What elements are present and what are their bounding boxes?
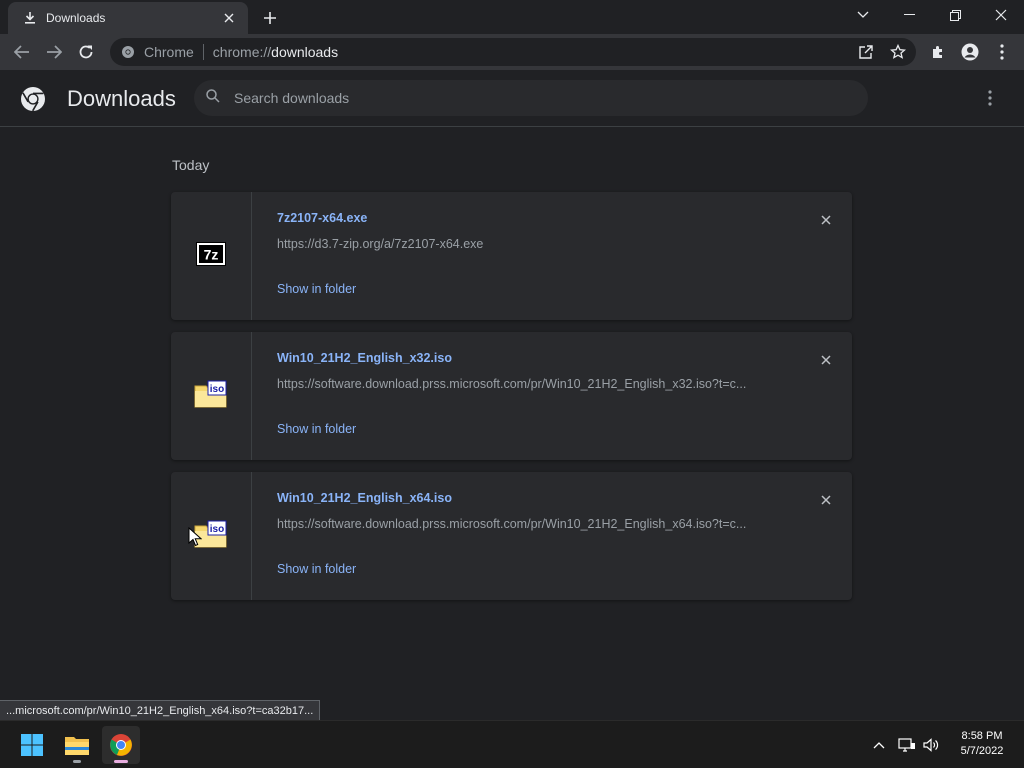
show-in-folder-link[interactable]: Show in folder xyxy=(277,562,356,576)
minimize-button[interactable] xyxy=(886,0,932,30)
clock-date: 5/7/2022 xyxy=(960,745,1004,757)
url-host: downloads xyxy=(271,44,339,60)
iso-file-icon: iso xyxy=(194,380,228,413)
volume-icon[interactable] xyxy=(921,735,941,755)
file-explorer-icon[interactable] xyxy=(58,726,96,764)
share-icon[interactable] xyxy=(856,42,876,62)
network-icon[interactable] xyxy=(897,735,917,755)
url-prefix: chrome:// xyxy=(212,44,272,60)
download-item: iso Win10_21H2_English_x64.iso https://s… xyxy=(171,472,852,600)
tab-downloads[interactable]: Downloads xyxy=(8,2,248,34)
start-button-windows-icon[interactable] xyxy=(13,726,51,764)
downloads-menu-icon[interactable] xyxy=(978,86,1002,110)
file-name-link[interactable]: Win10_21H2_English_x64.iso xyxy=(277,491,452,505)
source-url-link[interactable]: https://d3.7-zip.org/a/7z2107-x64.exe xyxy=(277,237,483,251)
address-bar[interactable]: Chrome chrome:// downloads xyxy=(110,38,916,66)
source-url-link[interactable]: https://software.download.prss.microsoft… xyxy=(277,377,746,391)
download-icon xyxy=(22,10,38,26)
forward-button[interactable] xyxy=(40,38,68,66)
mouse-cursor-icon xyxy=(188,526,203,547)
windows-taskbar: 8:58 PM 5/7/2022 xyxy=(0,720,1024,768)
file-icon-column: iso xyxy=(171,472,252,600)
remove-from-list-icon[interactable] xyxy=(815,209,837,231)
clock-time: 8:58 PM xyxy=(961,730,1003,742)
file-icon-column: iso xyxy=(171,332,252,460)
7z-icon: 7z xyxy=(196,241,226,271)
search-downloads-bar[interactable] xyxy=(194,80,868,116)
page-title: Downloads xyxy=(67,86,176,111)
svg-text:7z: 7z xyxy=(204,246,219,262)
reload-button[interactable] xyxy=(72,38,100,66)
tab-strip: Downloads xyxy=(0,0,1024,34)
source-url-link[interactable]: https://software.download.prss.microsoft… xyxy=(277,517,746,531)
file-name-link[interactable]: Win10_21H2_English_x32.iso xyxy=(277,351,452,365)
show-in-folder-link[interactable]: Show in folder xyxy=(277,422,356,436)
close-window-button[interactable] xyxy=(978,0,1024,30)
file-name-link[interactable]: 7z2107-x64.exe xyxy=(277,211,367,225)
scheme-label: Chrome xyxy=(144,44,194,60)
new-tab-button[interactable] xyxy=(259,7,281,29)
tab-search-chevron-icon[interactable] xyxy=(840,0,886,30)
tab-title: Downloads xyxy=(46,11,106,25)
svg-text:iso: iso xyxy=(210,384,224,395)
download-item: iso Win10_21H2_English_x32.iso https://s… xyxy=(171,332,852,460)
browser-toolbar: Chrome chrome:// downloads xyxy=(0,34,1024,70)
taskbar-clock[interactable]: 8:58 PM 5/7/2022 xyxy=(950,729,1014,759)
show-hidden-icons-chevron-icon[interactable] xyxy=(869,735,889,755)
extensions-icon[interactable] xyxy=(924,38,952,66)
restore-button[interactable] xyxy=(932,0,978,30)
bookmark-star-icon[interactable] xyxy=(888,42,908,62)
show-in-folder-link[interactable]: Show in folder xyxy=(277,282,356,296)
back-button[interactable] xyxy=(8,38,36,66)
chrome-site-icon xyxy=(120,44,136,60)
chrome-taskbar-icon[interactable] xyxy=(102,726,140,764)
date-section-label: Today xyxy=(172,157,210,173)
remove-from-list-icon[interactable] xyxy=(815,349,837,371)
svg-text:iso: iso xyxy=(210,524,224,535)
tab-close-icon[interactable] xyxy=(220,9,238,27)
download-item: 7z 7z2107-x64.exe https://d3.7-zip.org/a… xyxy=(171,192,852,320)
downloads-header: Downloads xyxy=(0,70,1024,127)
search-icon xyxy=(206,88,220,108)
remove-from-list-icon[interactable] xyxy=(815,489,837,511)
browser-menu-icon[interactable] xyxy=(988,38,1016,66)
link-status-bubble: ...microsoft.com/pr/Win10_21H2_English_x… xyxy=(0,700,321,720)
file-icon-column: 7z xyxy=(171,192,252,320)
search-downloads-input[interactable] xyxy=(234,90,834,106)
chrome-logo-icon xyxy=(20,86,46,112)
omnibox-separator xyxy=(202,44,204,60)
profile-avatar-icon[interactable] xyxy=(956,38,984,66)
